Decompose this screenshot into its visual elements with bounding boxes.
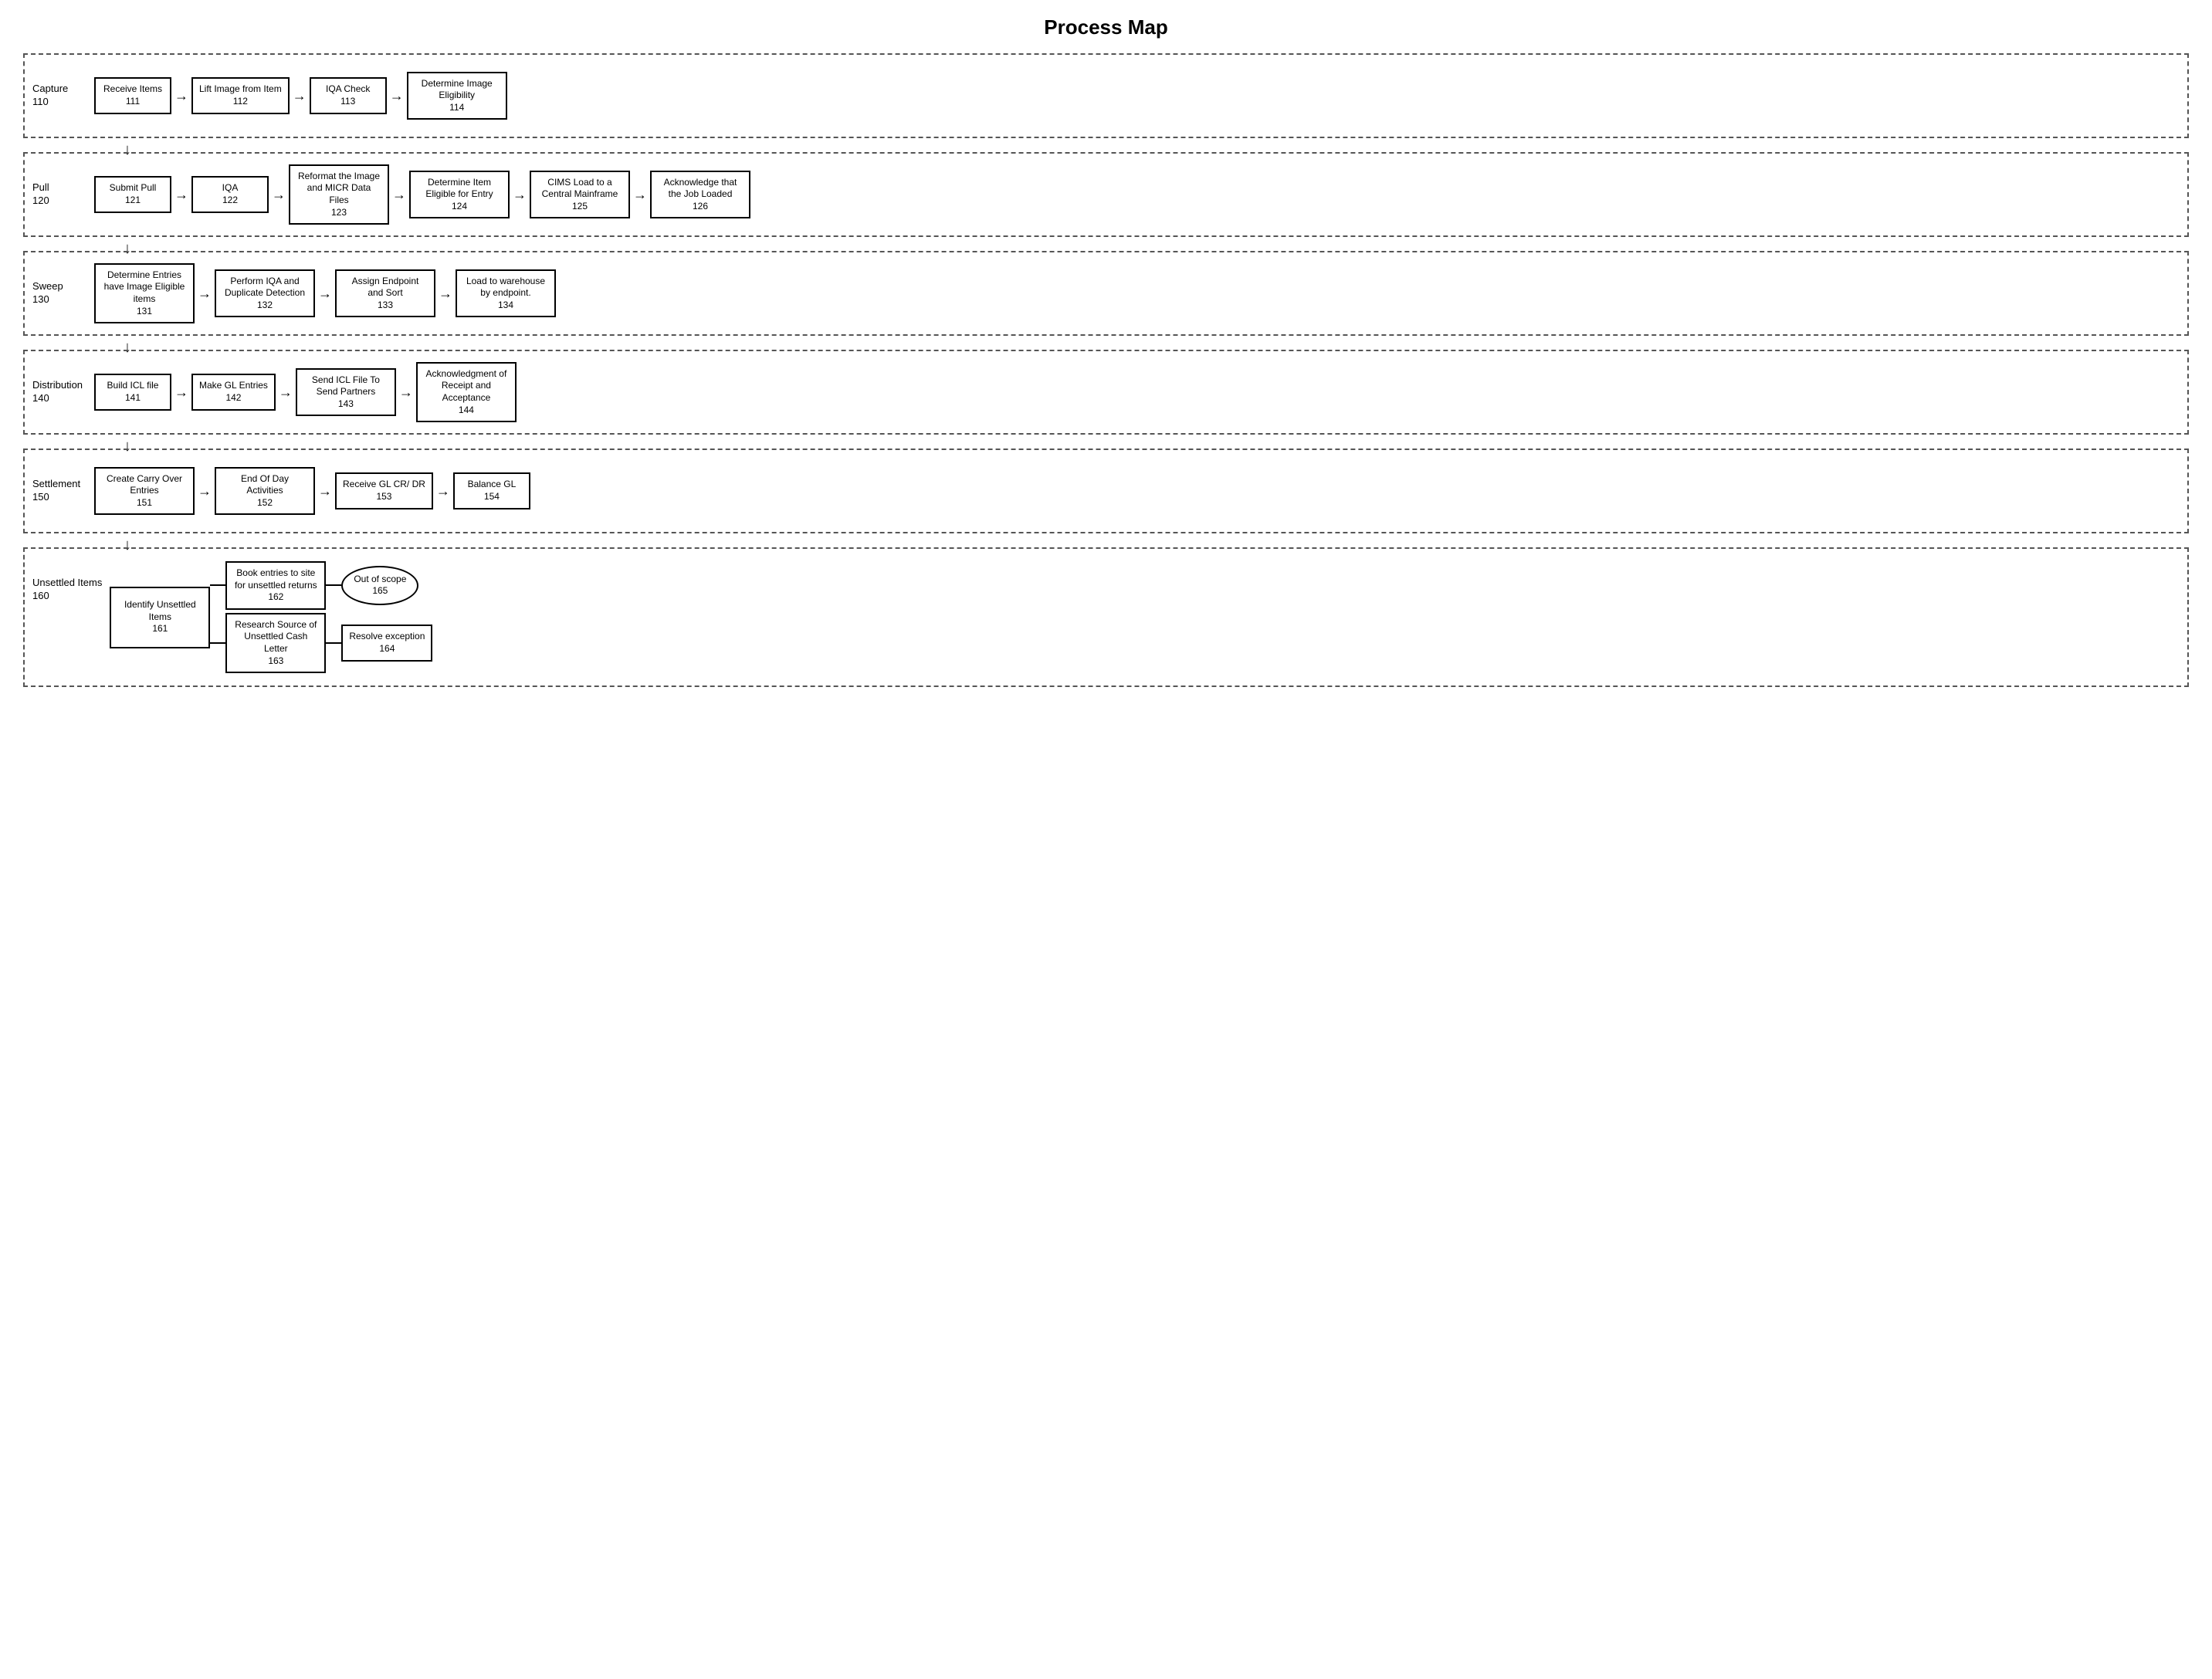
arrow-123-124: → — [389, 187, 409, 203]
step-162: Book entries to site for unsettled retur… — [225, 561, 326, 610]
step-134: Load to warehouse by endpoint. 134 — [456, 269, 556, 318]
distribution-num: 140 — [32, 392, 49, 405]
step-161: Identify Unsettled Items 161 — [110, 587, 210, 648]
step-154: Balance GL 154 — [453, 472, 530, 509]
arrow-113-114: → — [387, 88, 407, 104]
settlement-num: 150 — [32, 491, 49, 504]
arrow-141-142: → — [171, 384, 191, 401]
arrow-131-132: → — [195, 286, 215, 302]
settlement-label: Settlement — [32, 478, 80, 491]
arrow-152-153: → — [315, 483, 335, 499]
step-113: IQA Check 113 — [310, 77, 387, 113]
lane-label-sweep: Sweep 130 — [32, 280, 94, 306]
lane-content-settlement: Create Carry Over Entries 151 → End Of D… — [94, 467, 2180, 516]
step-124: Determine Item Eligible for Entry 124 — [409, 171, 510, 219]
step-114: Determine Image Eligibility 114 — [407, 72, 507, 120]
unsettled-label: Unsettled Items — [32, 577, 102, 590]
pull-label: Pull — [32, 181, 49, 195]
arrow-151-152: → — [195, 483, 215, 499]
arrow-133-134: → — [435, 286, 456, 302]
step-132: Perform IQA and Duplicate Detection 132 — [215, 269, 315, 318]
step-163: Research Source of Unsettled Cash Letter… — [225, 613, 326, 673]
sweep-num: 130 — [32, 293, 49, 306]
lane-unsettled: Unsettled Items 160 Identify Unsettled I… — [23, 547, 2189, 687]
lane-label-distribution: Distribution 140 — [32, 379, 94, 405]
lane-distribution: Distribution 140 Build ICL file 141 → Ma… — [23, 350, 2189, 435]
arrow-124-125: → — [510, 187, 530, 203]
arrow-112-113: → — [290, 88, 310, 104]
unsettled-num: 160 — [32, 590, 49, 603]
arrow-142-143: → — [276, 384, 296, 401]
step-152: End Of Day Activities 152 — [215, 467, 315, 516]
step-125: CIMS Load to a Central Mainframe 125 — [530, 171, 630, 219]
arrow-132-133: → — [315, 286, 335, 302]
capture-num: 110 — [32, 96, 49, 109]
lane-content-sweep: Determine Entries have Image Eligible it… — [94, 263, 2180, 323]
arrow-153-154: → — [433, 483, 453, 499]
lane-label-capture: Capture 110 — [32, 83, 94, 109]
arrow-121-122: → — [171, 187, 191, 203]
lane-content-unsettled: Identify Unsettled Items 161 Book entrie… — [110, 561, 2180, 673]
step-126: Acknowledge that the Job Loaded 126 — [650, 171, 750, 219]
step-153: Receive GL CR/ DR 153 — [335, 472, 433, 509]
step-143: Send ICL File To Send Partners 143 — [296, 368, 396, 417]
sweep-label: Sweep — [32, 280, 63, 293]
lane-label-unsettled: Unsettled Items 160 — [32, 577, 110, 603]
process-map: Capture 110 Receive Items 111 → Lift Ima… — [23, 53, 2189, 695]
lane-content-capture: Receive Items 111 → Lift Image from Item… — [94, 72, 2180, 120]
lane-sweep: Sweep 130 Determine Entries have Image E… — [23, 251, 2189, 336]
step-142: Make GL Entries 142 — [191, 374, 276, 410]
page-title: Process Map — [23, 15, 2189, 39]
lane-capture: Capture 110 Receive Items 111 → Lift Ima… — [23, 53, 2189, 138]
lane-label-settlement: Settlement 150 — [32, 478, 94, 504]
step-164: Resolve exception 164 — [341, 625, 432, 661]
step-122: IQA 122 — [191, 176, 269, 212]
arrow-111-112: → — [171, 88, 191, 104]
step-141: Build ICL file 141 — [94, 374, 171, 410]
lane-label-pull: Pull 120 — [32, 181, 94, 208]
pull-num: 120 — [32, 195, 49, 208]
step-131: Determine Entries have Image Eligible it… — [94, 263, 195, 323]
step-111: Receive Items 111 — [94, 77, 171, 113]
lane-content-pull: Submit Pull 121 → IQA 122 → Reformat the… — [94, 164, 2180, 225]
step-165: Out of scope 165 — [341, 566, 418, 605]
lane-pull: Pull 120 Submit Pull 121 → IQA 122 → Ref… — [23, 152, 2189, 237]
arrow-125-126: → — [630, 187, 650, 203]
lane-settlement: Settlement 150 Create Carry Over Entries… — [23, 449, 2189, 533]
step-112: Lift Image from Item 112 — [191, 77, 290, 113]
arrow-143-144: → — [396, 384, 416, 401]
capture-label: Capture — [32, 83, 68, 96]
step-133: Assign Endpoint and Sort 133 — [335, 269, 435, 318]
step-123: Reformat the Image and MICR Data Files 1… — [289, 164, 389, 225]
arrow-122-123: → — [269, 187, 289, 203]
lane-content-distribution: Build ICL file 141 → Make GL Entries 142… — [94, 362, 2180, 422]
step-151: Create Carry Over Entries 151 — [94, 467, 195, 516]
distribution-label: Distribution — [32, 379, 83, 392]
step-144: Acknowledgment of Receipt and Acceptance… — [416, 362, 517, 422]
step-121: Submit Pull 121 — [94, 176, 171, 212]
